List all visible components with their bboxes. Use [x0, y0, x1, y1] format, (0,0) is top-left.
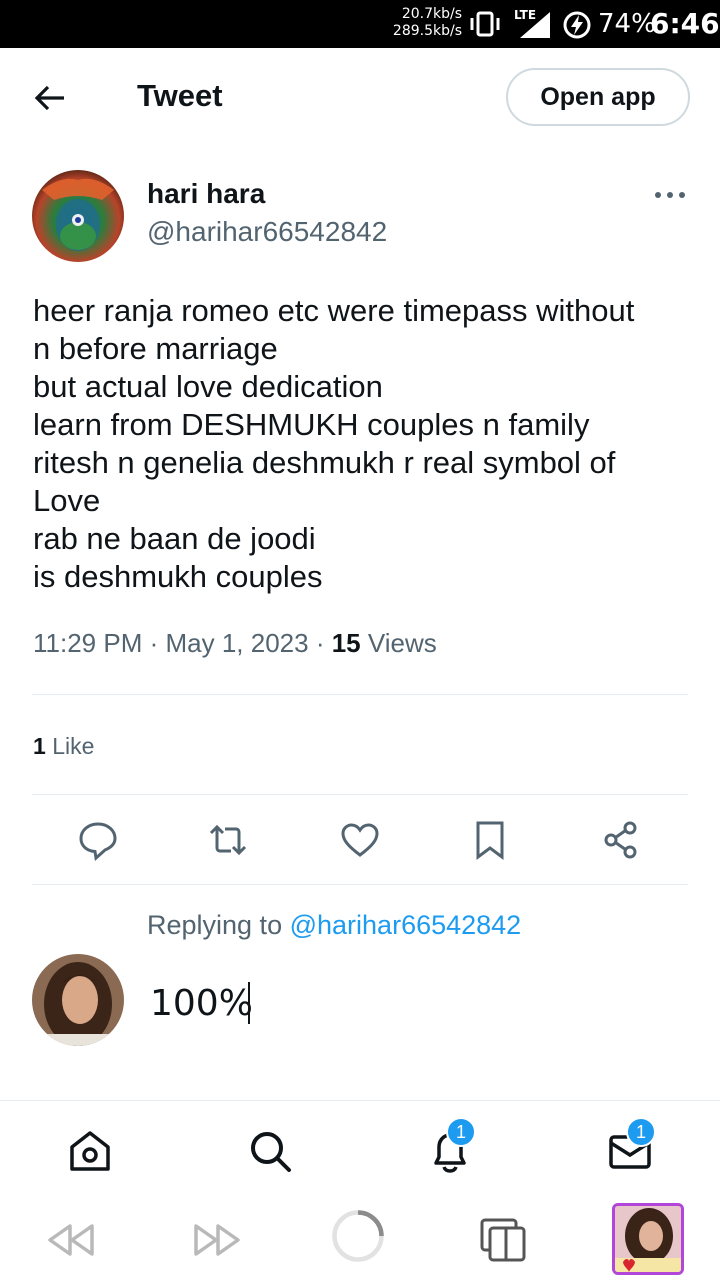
lion-avatar-image — [32, 170, 124, 262]
meta-separator: · — [315, 628, 332, 658]
browser-reload-button[interactable] — [330, 1208, 392, 1270]
meta-separator: · — [149, 628, 166, 658]
tweet-date[interactable]: May 1, 2023 — [165, 628, 308, 658]
search-icon — [251, 1132, 291, 1172]
browser-back-button[interactable] — [44, 1212, 100, 1268]
divider — [32, 694, 688, 695]
vibrate-icon — [470, 11, 500, 37]
browser-tabs-button[interactable] — [476, 1212, 532, 1268]
tweet-metadata: 11:29 PM · May 1, 2023 · 15 Views — [33, 628, 437, 659]
likes-count: 1 — [33, 733, 46, 759]
upload-speed: 20.7kb/s — [401, 6, 462, 22]
bookmark-button[interactable] — [468, 818, 512, 862]
fast-forward-icon — [194, 1224, 240, 1256]
messages-badge: 1 — [626, 1117, 656, 1147]
signal-icon — [520, 12, 550, 38]
tweet-text: heer ranja romeo etc were timepass witho… — [33, 292, 693, 596]
rewind-icon — [48, 1224, 94, 1256]
clock: 6:46 — [650, 7, 720, 40]
like-button[interactable] — [338, 818, 382, 862]
tweet-text-line: Love — [33, 483, 101, 518]
back-button[interactable] — [30, 78, 70, 118]
replying-to-handle[interactable]: @harihar66542842 — [290, 910, 522, 940]
battery-percent: 74% — [598, 9, 656, 39]
more-dots-icon — [655, 192, 685, 198]
author-handle[interactable]: @harihar66542842 — [147, 216, 387, 248]
loading-ring-icon — [332, 1210, 384, 1262]
reply-input[interactable] — [150, 980, 670, 1026]
more-options-button[interactable] — [652, 184, 688, 206]
network-speed: 20.7kb/s 289.5kb/s — [393, 6, 462, 40]
tabs-icon — [480, 1218, 526, 1262]
tweet-text-line: is deshmukh couples — [33, 559, 323, 594]
share-icon — [604, 821, 637, 859]
replying-to: Replying to @harihar66542842 — [147, 910, 521, 941]
reply-icon — [79, 822, 117, 861]
browser-toolbar — [0, 1200, 720, 1280]
author-name[interactable]: hari hara — [147, 178, 265, 210]
profile-thumbnail-image — [615, 1206, 681, 1272]
home-icon — [70, 1131, 110, 1171]
tweet-text-line: n before marriage — [33, 331, 278, 366]
app-header: Tweet Open app — [0, 48, 720, 148]
tweet-text-line: learn from DESHMUKH couples n family — [33, 407, 590, 442]
browser-forward-button[interactable] — [188, 1212, 244, 1268]
nav-notifications[interactable]: 1 — [426, 1117, 476, 1175]
page-title: Tweet — [137, 78, 223, 113]
nav-search[interactable] — [246, 1127, 294, 1175]
tweet-time[interactable]: 11:29 PM — [33, 628, 142, 658]
share-button[interactable] — [600, 818, 644, 862]
profile-thumbnail[interactable] — [612, 1203, 684, 1275]
nav-home[interactable] — [66, 1127, 114, 1175]
user-avatar[interactable] — [32, 954, 124, 1046]
retweet-icon — [209, 824, 247, 856]
tweet-text-line: but actual love dedication — [33, 369, 383, 404]
download-speed: 289.5kb/s — [392, 23, 462, 39]
views-count: 15 — [331, 628, 361, 658]
status-bar: 20.7kb/s 289.5kb/s LTE 74% 6:46 — [0, 0, 720, 48]
notifications-badge: 1 — [446, 1117, 476, 1147]
text-caret — [248, 982, 250, 1024]
tweet-text-line: ritesh n genelia deshmukh r real symbol … — [33, 445, 616, 480]
divider — [32, 794, 688, 795]
heart-icon — [341, 823, 379, 857]
retweet-button[interactable] — [206, 818, 250, 862]
likes-link[interactable]: 1 Like — [33, 733, 94, 760]
nav-messages[interactable]: 1 — [606, 1117, 656, 1175]
tweet-text-line: heer ranja romeo etc were timepass witho… — [33, 293, 635, 328]
bookmark-icon — [476, 821, 504, 860]
user-avatar-image — [32, 954, 124, 1046]
divider — [32, 884, 688, 885]
arrow-left-icon — [34, 85, 64, 111]
likes-label: Like — [52, 733, 95, 759]
bottom-navigation: 1 1 — [0, 1100, 720, 1200]
battery-charging-icon — [563, 11, 591, 39]
tweet-text-line: rab ne baan de joodi — [33, 521, 316, 556]
author-avatar[interactable] — [32, 170, 124, 262]
views-label: Views — [367, 628, 437, 658]
reply-button[interactable] — [76, 818, 120, 862]
replying-to-label: Replying to — [147, 910, 283, 940]
open-app-button[interactable]: Open app — [506, 68, 690, 126]
